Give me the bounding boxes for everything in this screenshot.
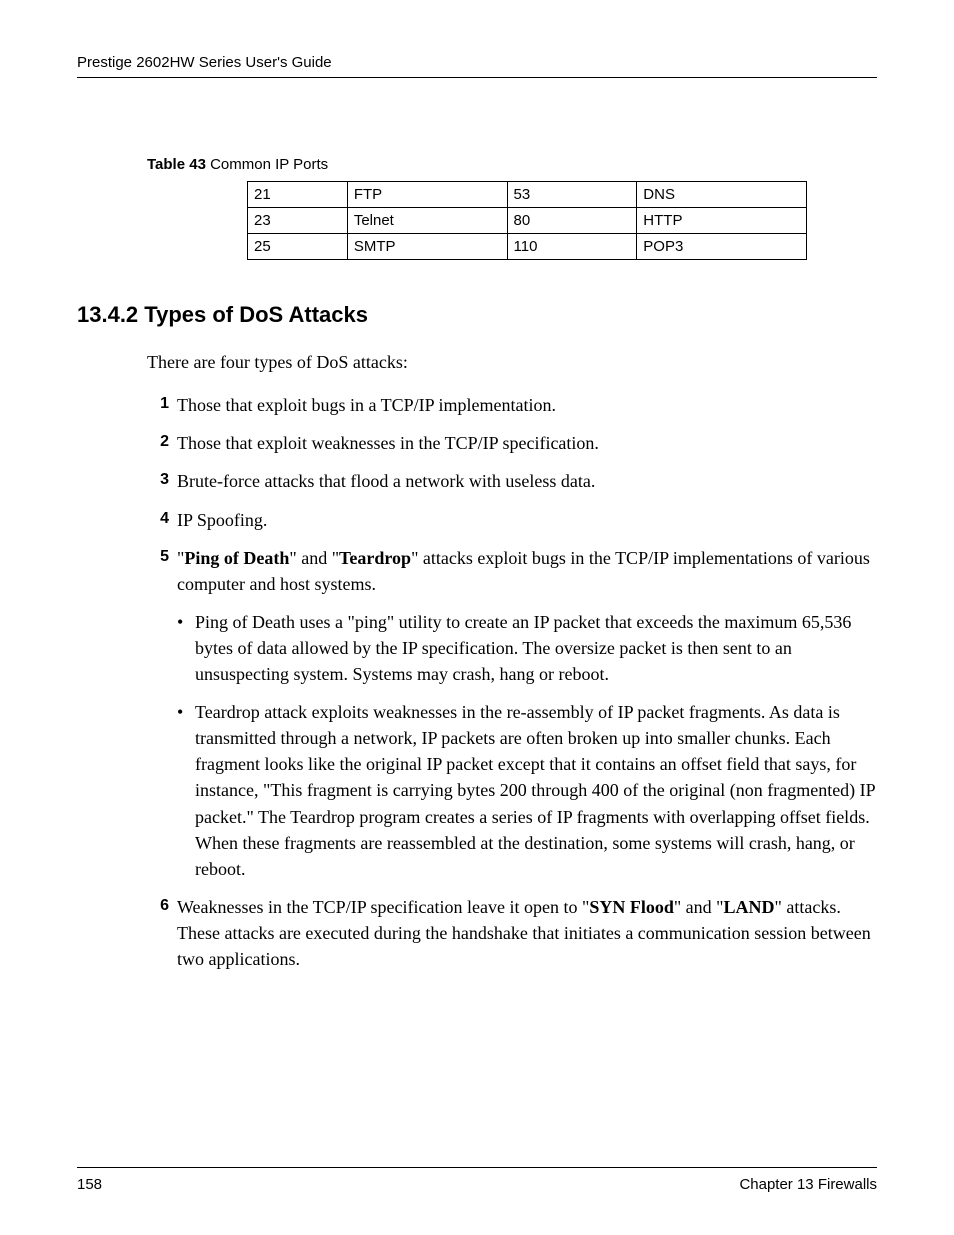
list-number: 4 [147, 507, 169, 530]
table-row: 21 FTP 53 DNS [248, 182, 807, 208]
sub-list-item: Teardrop attack exploits weaknesses in t… [177, 699, 877, 882]
list-number: 5 [147, 545, 169, 568]
sub-bullet-list: Ping of Death uses a "ping" utility to c… [177, 609, 877, 882]
content-area: Table 43 Common IP Ports 21 FTP 53 DNS 2… [77, 78, 877, 972]
chapter-label: Chapter 13 Firewalls [739, 1176, 877, 1193]
list-text: Weaknesses in the TCP/IP specification l… [177, 897, 871, 969]
dos-attacks-list: 1 Those that exploit bugs in a TCP/IP im… [147, 392, 877, 972]
list-item: 5 "Ping of Death" and "Teardrop" attacks… [147, 545, 877, 882]
ip-ports-table: 21 FTP 53 DNS 23 Telnet 80 HTTP 25 SMTP … [247, 181, 807, 260]
list-item: 6 Weaknesses in the TCP/IP specification… [147, 894, 877, 972]
footer-rule [77, 1167, 877, 1168]
list-number: 3 [147, 468, 169, 491]
list-item: 4 IP Spoofing. [147, 507, 877, 533]
sub-list-item: Ping of Death uses a "ping" utility to c… [177, 609, 877, 687]
list-number: 6 [147, 894, 169, 917]
list-text: Those that exploit bugs in a TCP/IP impl… [177, 395, 556, 415]
page: Prestige 2602HW Series User's Guide Tabl… [0, 0, 954, 1235]
table-caption: Table 43 Common IP Ports [147, 156, 877, 173]
list-item: 1 Those that exploit bugs in a TCP/IP im… [147, 392, 877, 418]
table-label-rest: Common IP Ports [206, 156, 328, 173]
ping-of-death-term: Ping of Death [184, 548, 289, 568]
cell-port: 23 [248, 208, 348, 234]
cell-service: Telnet [347, 208, 507, 234]
list-text: Those that exploit weaknesses in the TCP… [177, 433, 599, 453]
cell-service: POP3 [637, 234, 807, 260]
cell-service: SMTP [347, 234, 507, 260]
list-number: 1 [147, 392, 169, 415]
table-label-bold: Table 43 [147, 156, 206, 173]
cell-service: DNS [637, 182, 807, 208]
list-text: IP Spoofing. [177, 510, 267, 530]
section-heading: 13.4.2 Types of DoS Attacks [77, 302, 877, 328]
cell-port: 53 [507, 182, 637, 208]
syn-flood-term: SYN Flood [589, 897, 674, 917]
cell-port: 80 [507, 208, 637, 234]
list-item: 2 Those that exploit weaknesses in the T… [147, 430, 877, 456]
cell-port: 21 [248, 182, 348, 208]
teardrop-term: Teardrop [339, 548, 411, 568]
cell-service: HTTP [637, 208, 807, 234]
footer: 158 Chapter 13 Firewalls [77, 1167, 877, 1193]
land-term: LAND [724, 897, 775, 917]
footer-row: 158 Chapter 13 Firewalls [77, 1176, 877, 1193]
list-text: Brute-force attacks that flood a network… [177, 471, 595, 491]
header-title: Prestige 2602HW Series User's Guide [77, 54, 877, 71]
cell-port: 110 [507, 234, 637, 260]
intro-paragraph: There are four types of DoS attacks: [147, 350, 877, 374]
page-number: 158 [77, 1176, 102, 1193]
list-number: 2 [147, 430, 169, 453]
list-item: 3 Brute-force attacks that flood a netwo… [147, 468, 877, 494]
list-text: "Ping of Death" and "Teardrop" attacks e… [177, 548, 870, 594]
cell-port: 25 [248, 234, 348, 260]
cell-service: FTP [347, 182, 507, 208]
table-row: 25 SMTP 110 POP3 [248, 234, 807, 260]
table-row: 23 Telnet 80 HTTP [248, 208, 807, 234]
